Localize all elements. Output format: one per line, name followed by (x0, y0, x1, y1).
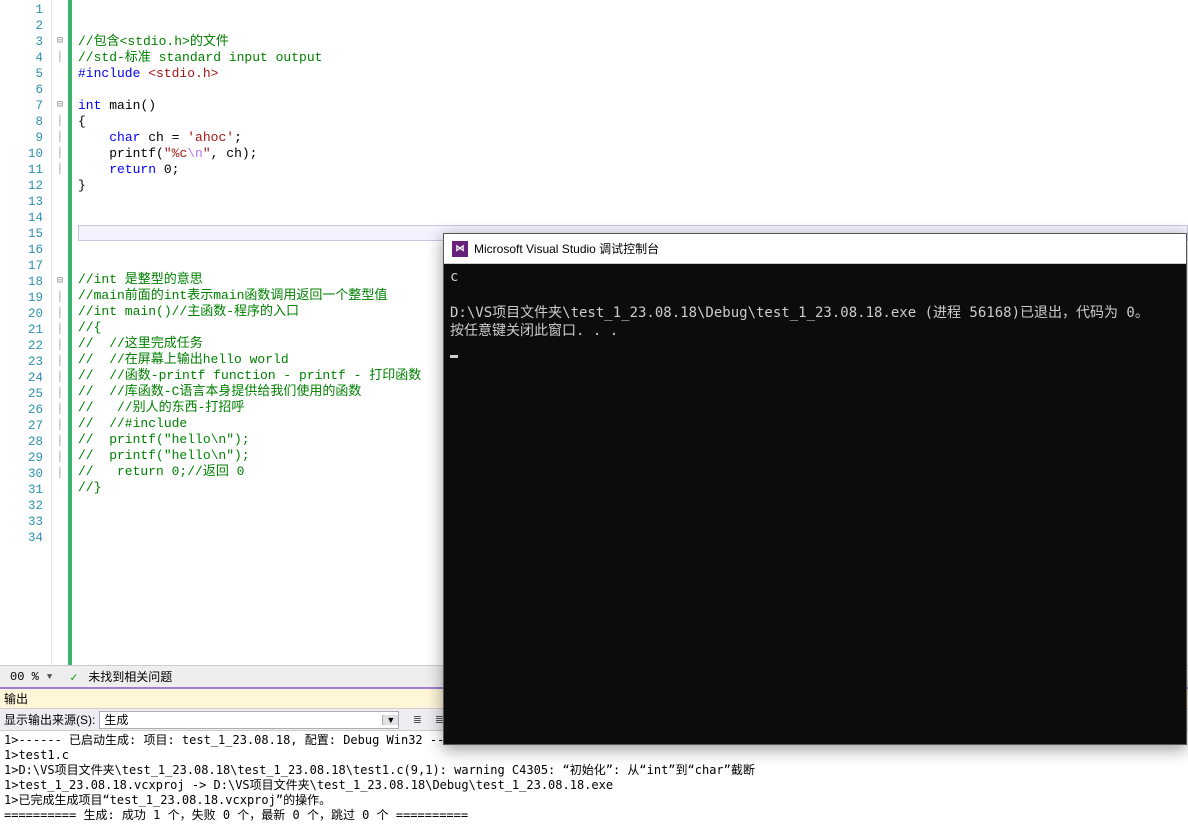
output-tab-label: 输出 (4, 690, 28, 707)
console-titlebar[interactable]: ⋈ Microsoft Visual Studio 调试控制台 (444, 234, 1186, 264)
fold-column[interactable]: ⊟│⊟││││⊟││││││││││││ (52, 0, 68, 665)
toolbar-icon[interactable]: ≣ (407, 711, 427, 729)
issues-text[interactable]: 未找到相关问题 (88, 668, 172, 685)
vs-icon: ⋈ (452, 241, 468, 257)
output-source-label: 显示输出来源(S): (4, 711, 95, 728)
zoom-level[interactable]: 00 % (4, 670, 45, 684)
check-icon (70, 670, 84, 684)
output-source-value: 生成 (104, 711, 128, 728)
output-source-select[interactable]: 生成 ▼ (99, 711, 399, 729)
output-text[interactable]: 1>------ 已启动生成: 项目: test_1_23.08.18, 配置:… (0, 731, 1188, 825)
cursor (450, 355, 458, 358)
line-number-gutter: 1234567891011121314151617181920212223242… (0, 0, 52, 665)
chevron-down-icon: ▼ (382, 715, 398, 725)
console-title-text: Microsoft Visual Studio 调试控制台 (474, 240, 659, 257)
debug-console-window[interactable]: ⋈ Microsoft Visual Studio 调试控制台 c D:\VS项… (443, 233, 1187, 745)
console-body[interactable]: c D:\VS项目文件夹\test_1_23.08.18\Debug\test_… (444, 264, 1186, 744)
zoom-dropdown-icon[interactable]: ▼ (45, 672, 54, 682)
